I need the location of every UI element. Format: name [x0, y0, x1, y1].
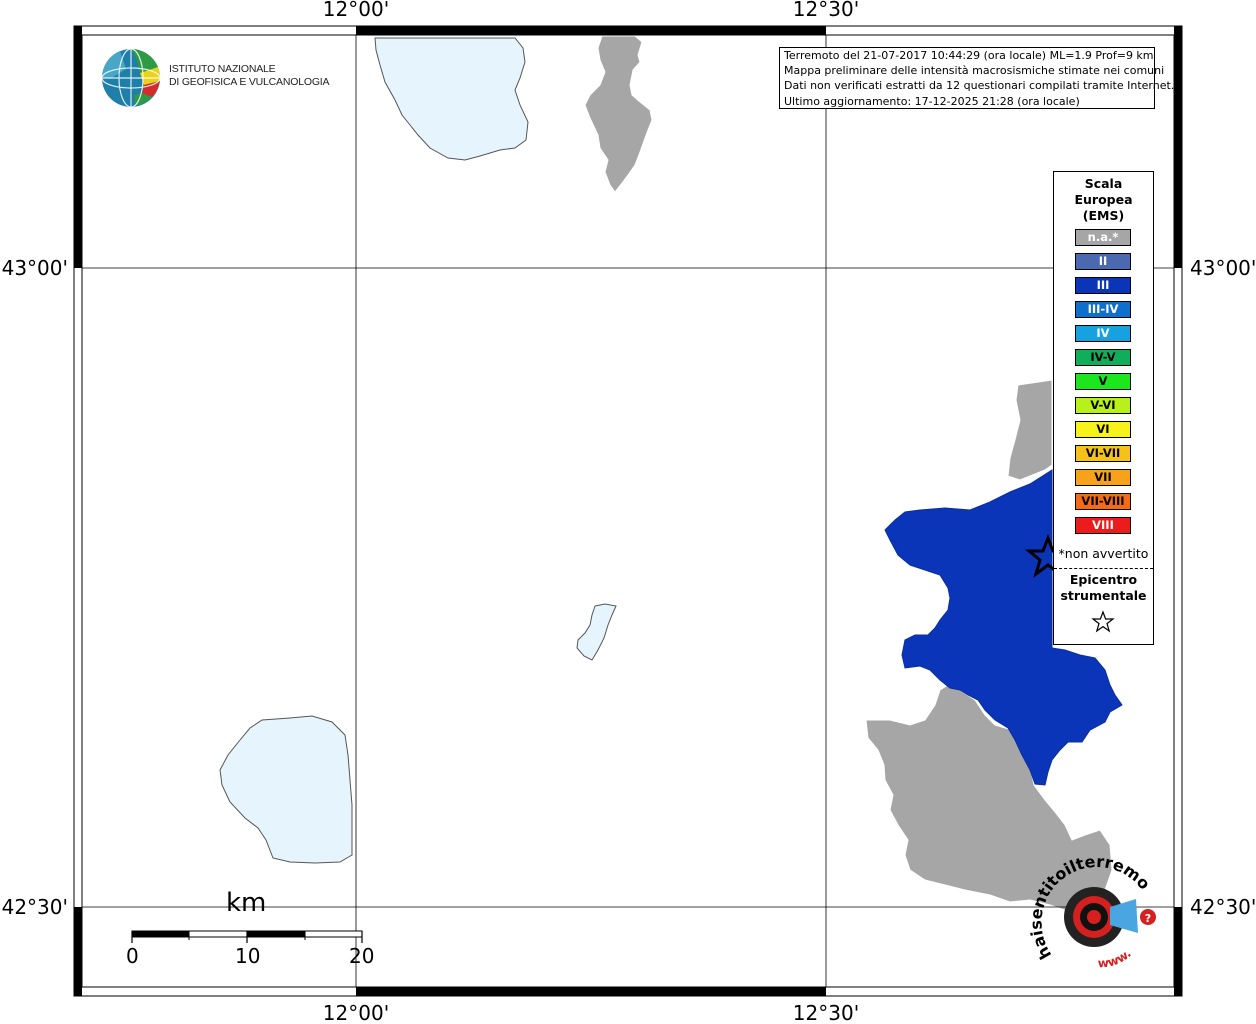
logo-line-2: DI GEOFISICA E VULCANOLOGIA [169, 76, 330, 88]
legend-swatch-iv-v: IV-V [1075, 349, 1131, 366]
legend-title-line-2: Europea [1074, 192, 1133, 207]
legend-swatch-v-vi: V-VI [1075, 397, 1131, 414]
lon-tick-bottom-1: 12°00' [323, 1001, 389, 1024]
legend-swatch-n-a: n.a.* [1075, 229, 1131, 246]
legend-swatch-iii: III [1075, 277, 1131, 294]
scale-label-0: 0 [126, 944, 139, 968]
legend-note: *non avvertito [1058, 546, 1149, 561]
lat-tick-right-1: 43°00' [1190, 256, 1256, 280]
event-info-line-2: Mappa preliminare delle intensità macros… [784, 64, 1165, 78]
ingv-logo: ISTITUTO NAZIONALE DI GEOFISICA E VULCAN… [100, 47, 330, 111]
ems-legend: Scala Europea (EMS) n.a.* II III III-IV IV IV… [1053, 171, 1154, 645]
legend-swatch-vi: VI [1075, 421, 1131, 438]
legend-epicenter-label: Epicentro strumentale [1054, 572, 1153, 604]
lat-tick-right-2: 42°30' [1190, 895, 1256, 919]
legend-swatch-vii: VII [1075, 469, 1131, 486]
event-info-line-1: Terremoto del 21-07-2017 10:44:29 (ora l… [784, 49, 1154, 62]
legend-title-line-3: (EMS) [1082, 208, 1125, 223]
lon-tick-top-1: 12°00' [323, 0, 389, 21]
scale-label-20: 20 [349, 944, 375, 968]
lon-tick-bottom-2: 12°30' [793, 1001, 859, 1024]
legend-epicenter-line-1: Epicentro [1069, 572, 1138, 587]
event-info-box: Terremoto del 21-07-2017 10:44:29 (ora l… [779, 47, 1175, 109]
scale-unit: km [226, 888, 267, 918]
lat-tick-left-2: 42°30' [2, 895, 68, 919]
lon-tick-top-2: 12°30' [793, 0, 859, 21]
legend-swatch-ii: II [1075, 253, 1131, 270]
globe-icon [101, 48, 161, 108]
scale-label-10: 10 [235, 944, 261, 968]
lat-tick-left-1: 43°00' [2, 256, 68, 280]
event-info-line-4: Ultimo aggiornamento: 17-12-2025 21:28 (… [784, 94, 1080, 108]
legend-swatch-vii-viii: VII-VIII [1075, 493, 1131, 510]
haisentitoilterremoto-logo: haisentitoilterremoto.it www. ? [1030, 855, 1156, 970]
legend-swatch-iv: IV [1075, 325, 1131, 342]
legend-swatch-vi-vii: VI-VII [1075, 445, 1131, 462]
watermark-url: www. [1097, 946, 1134, 970]
logo-line-1: ISTITUTO NAZIONALE [169, 63, 276, 75]
event-info-line-3: Dati non verificati estratti da 12 quest… [784, 79, 1175, 93]
legend-title: Scala Europea (EMS) [1054, 176, 1153, 224]
legend-separator [1054, 568, 1153, 569]
legend-swatch-iii-iv: III-IV [1075, 301, 1131, 318]
legend-title-line-1: Scala [1084, 176, 1123, 191]
legend-epicenter-line-2: strumentale [1060, 588, 1147, 603]
legend-swatch-v: V [1075, 373, 1131, 390]
star-icon [1091, 610, 1115, 633]
svg-text:?: ? [1145, 912, 1151, 925]
legend-swatch-viii: VIII [1075, 517, 1131, 534]
svg-text:www.: www. [1097, 946, 1134, 970]
